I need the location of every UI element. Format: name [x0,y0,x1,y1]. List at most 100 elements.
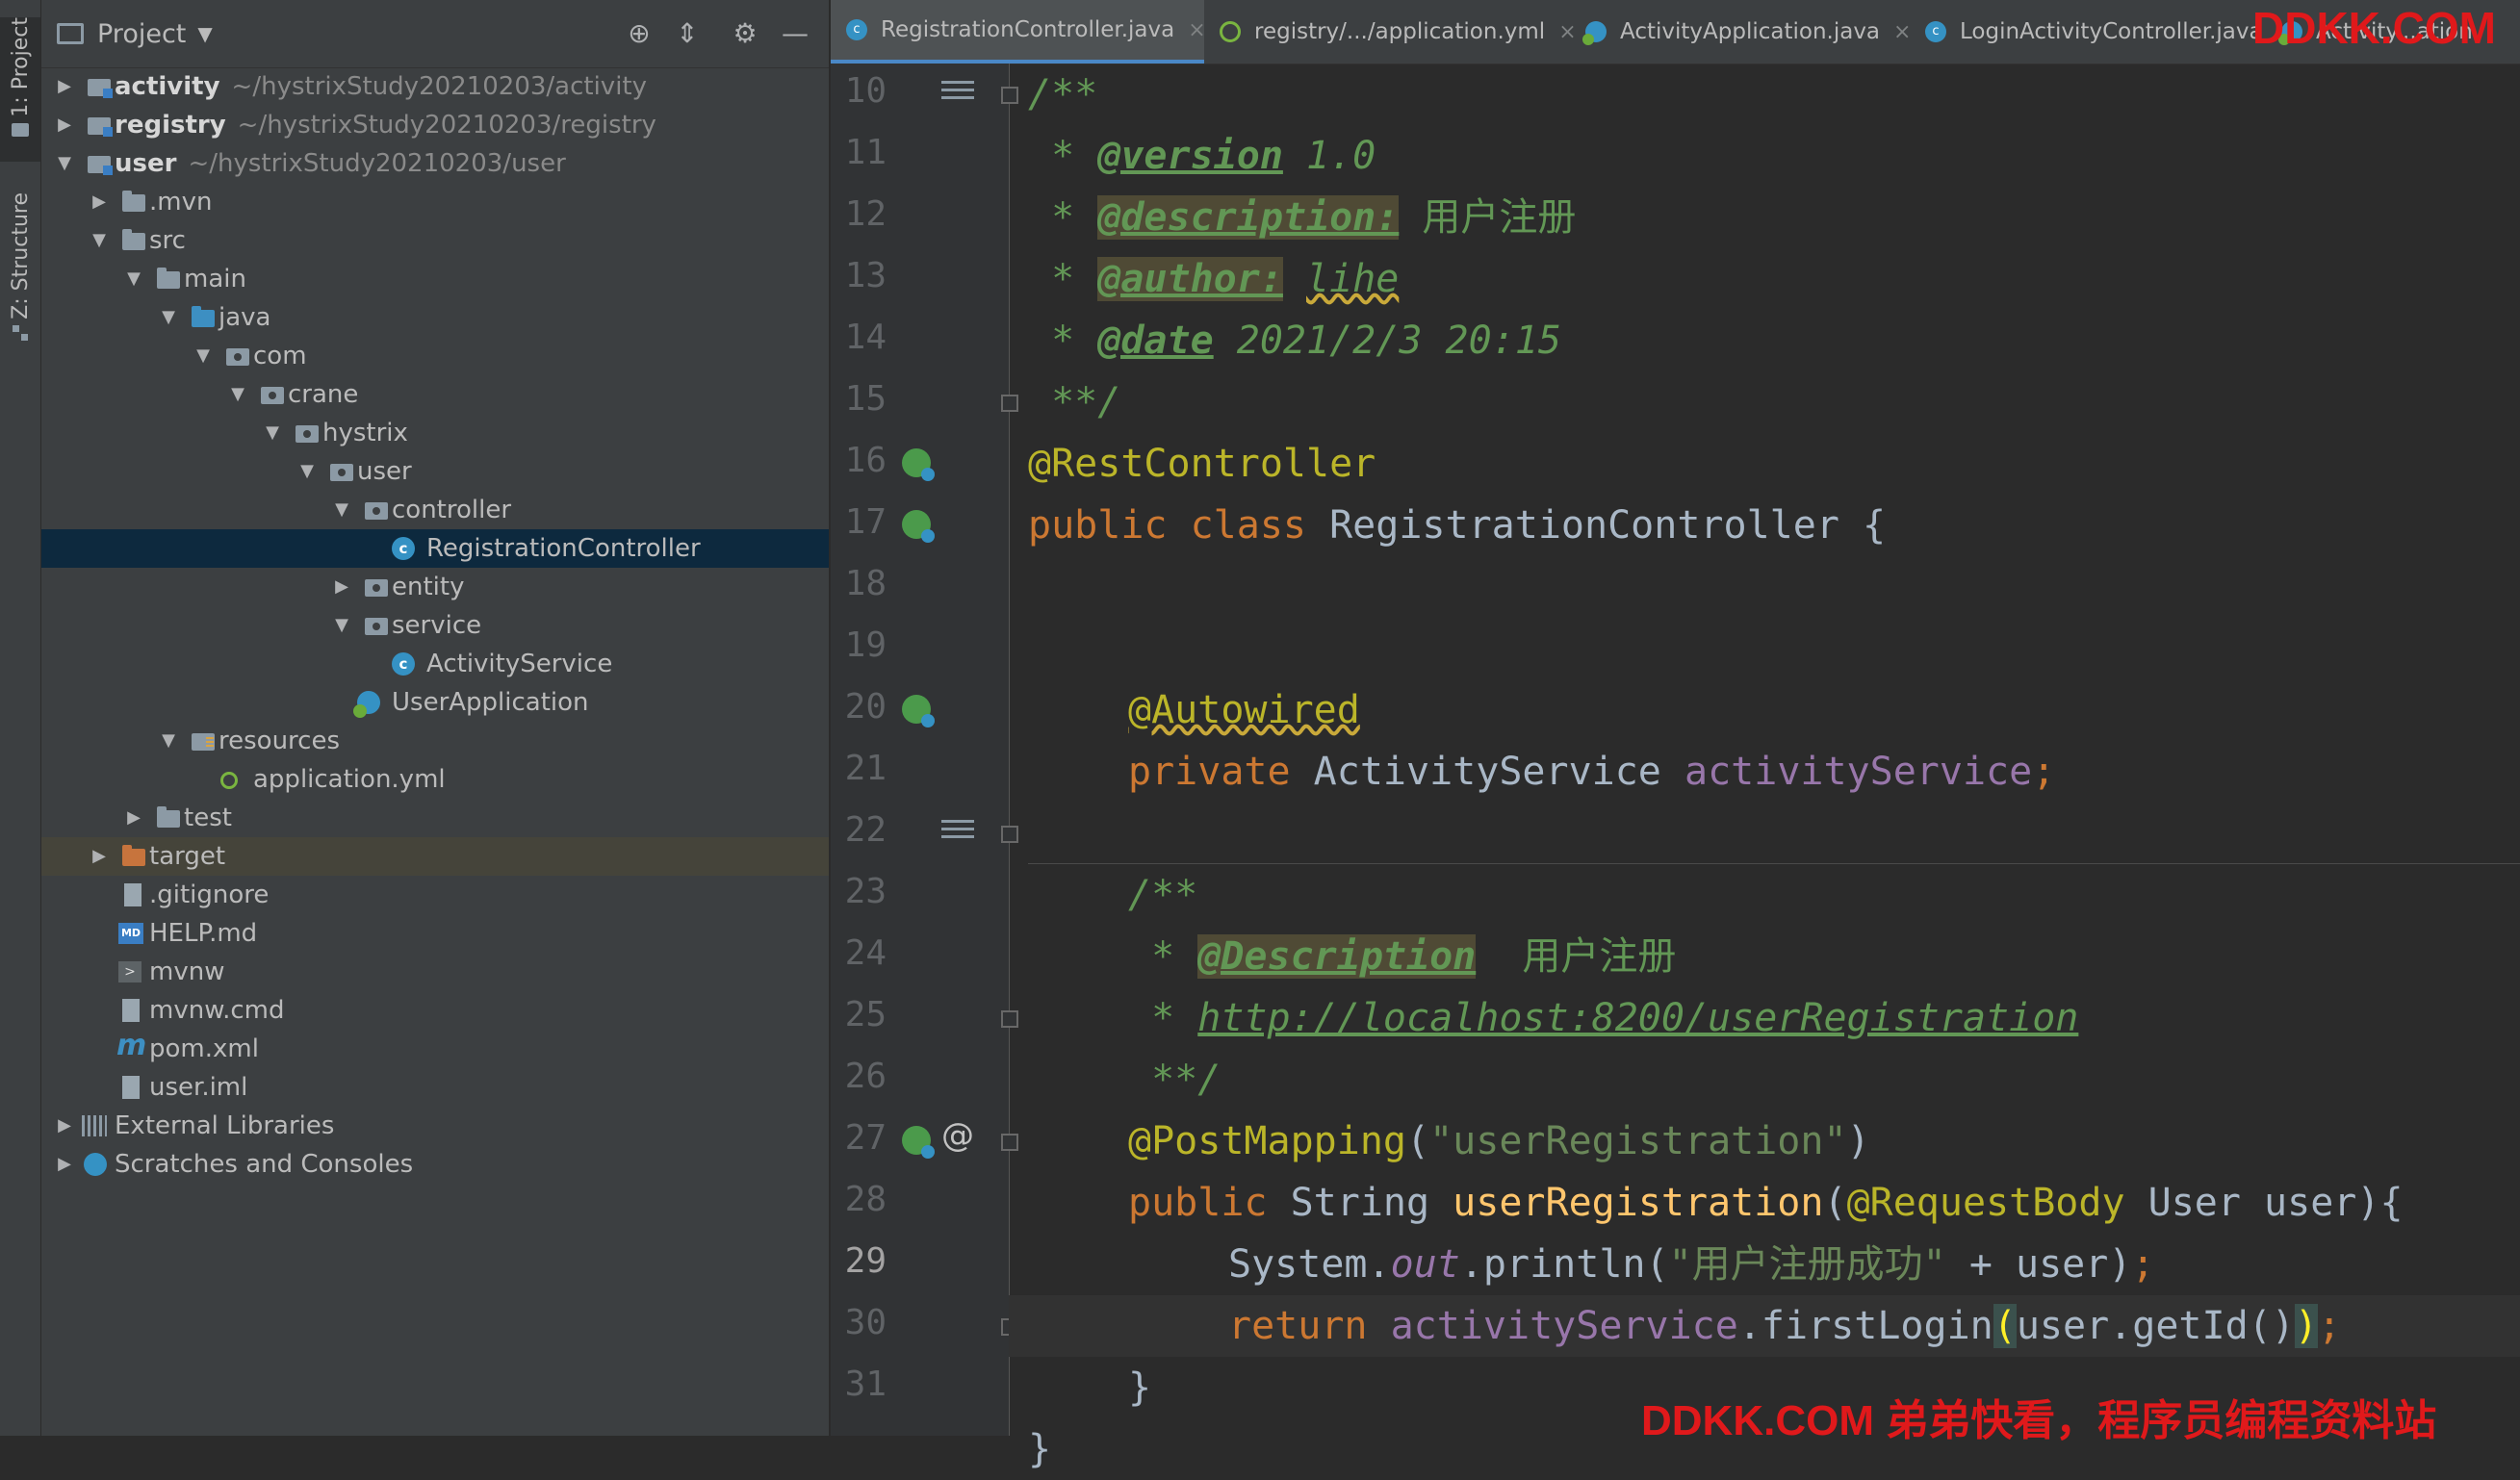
tree-node-service[interactable]: ▼ service [41,606,829,645]
tree-node-com[interactable]: ▼ com [41,337,829,375]
code-area[interactable]: /** * @version 1.0 * @description: 用户注册 … [1009,64,2520,1471]
tree-node-activity-service[interactable]: ActivityService [41,645,829,683]
keyword: return [1228,1304,1368,1348]
chevron-down-icon[interactable]: ▼ [332,606,351,645]
rendered-doc-icon[interactable] [941,79,974,106]
tree-node-user[interactable]: ▼ user ~/hystrixStudy20210203/user [41,144,829,183]
doc-tag: @Description [1197,934,1477,979]
chevron-right-icon[interactable]: ▶ [124,799,143,837]
tab-registration-controller[interactable]: RegistrationController.java × [831,0,1206,64]
doc-comment: 2021/2/3 20:15 [1213,319,1561,363]
chevron-down-icon[interactable]: ▼ [159,298,178,337]
chevron-right-icon[interactable]: ▶ [332,568,351,606]
tree-node-activity[interactable]: ▶ activity ~/hystrixStudy20210203/activit… [41,67,829,106]
tree-node-controller[interactable]: ▼ controller [41,491,829,529]
tab-activity-application[interactable]: ActivityApplication.java × [1570,0,1911,64]
spring-endpoint-icon[interactable] [902,1126,935,1159]
request-mapping-icon[interactable]: @ [941,1116,974,1155]
chevron-down-icon[interactable]: ▼ [124,260,143,298]
spring-bean-icon[interactable] [902,510,935,543]
chevron-down-icon[interactable]: ▼ [228,375,247,414]
hide-panel-icon[interactable]: — [779,17,811,50]
tool-tab-project[interactable]: 1: Project [0,17,40,162]
tree-node-label: .mvn [149,188,213,217]
doc-comment: * [1028,134,1098,178]
close-icon[interactable]: × [1893,20,1911,44]
tree-node-src[interactable]: ▼ src [41,221,829,260]
chevron-down-icon[interactable]: ▼ [263,414,282,452]
chevron-down-icon[interactable]: ▼ [159,722,178,760]
field-name: activityService [1390,1304,1738,1348]
fold-icon[interactable] [1001,826,1018,843]
rendered-doc-icon[interactable] [941,818,974,845]
tree-node-external-libraries[interactable]: ▶ External Libraries [41,1107,829,1145]
tree-node-registration-controller[interactable]: RegistrationController [41,529,829,568]
package-icon [261,387,284,404]
tree-node-mvnw-cmd[interactable]: mvnw.cmd [41,991,829,1030]
chevron-right-icon[interactable]: ▶ [55,106,74,144]
line-number-current: 29 [844,1241,887,1281]
gear-icon[interactable]: ⚙ [729,17,761,50]
fold-icon[interactable] [1001,1010,1018,1028]
tree-node-pom-xml[interactable]: pom.xml [41,1030,829,1068]
project-view-selector[interactable]: Project [97,19,186,49]
tree-node-gitignore[interactable]: .gitignore [41,876,829,914]
code-line: private ActivityService activityService; [1128,741,2055,803]
chevron-down-icon[interactable]: ▼ [90,221,109,260]
tree-node-user-package[interactable]: ▼ user [41,452,829,491]
tree-node-target[interactable]: ▶ target [41,837,829,876]
tab-label: LoginActivityController.java [1960,19,2263,44]
tree-node-label: pom.xml [149,1034,259,1063]
code-text: System. [1228,1242,1391,1287]
tree-node-registry[interactable]: ▶ registry ~/hystrixStudy20210203/registr… [41,106,829,144]
tree-node-test[interactable]: ▶ test [41,799,829,837]
autowired-navigate-icon[interactable] [902,695,935,727]
code-line: @PostMapping("userRegistration") [1128,1110,1870,1172]
fold-icon[interactable] [1001,1134,1018,1151]
tree-node-entity[interactable]: ▶ entity [41,568,829,606]
close-icon[interactable]: × [1188,18,1205,42]
collapse-all-icon[interactable]: ⇕ [671,17,704,50]
locate-file-icon[interactable]: ⊕ [623,17,656,50]
doc-link[interactable]: http://localhost:8200/userRegistration [1197,996,2078,1040]
fold-icon[interactable] [1001,87,1018,104]
tree-node-help-md[interactable]: HELP.md [41,914,829,953]
tool-tab-structure[interactable]: Z: Structure [0,192,40,356]
chevron-right-icon[interactable]: ▶ [55,1107,74,1145]
tree-node-user-iml[interactable]: user.iml [41,1068,829,1107]
chevron-down-icon[interactable]: ▼ [55,144,74,183]
tree-node-mvnw[interactable]: mvnw [41,953,829,991]
class-icon [392,537,415,560]
spring-bean-icon[interactable] [902,448,935,481]
chevron-down-icon[interactable]: ▼ [332,491,351,529]
tree-node-hystrix[interactable]: ▼ hystrix [41,414,829,452]
line-number: 28 [844,1180,887,1219]
tree-node-java[interactable]: ▼ java [41,298,829,337]
tree-node-label: mvnw.cmd [149,996,285,1025]
line-number: 23 [844,872,887,911]
tree-node-application-yml[interactable]: application.yml [41,760,829,799]
tab-login-activity-controller[interactable]: LoginActivityController.java [1910,0,2266,64]
chevron-down-icon[interactable]: ▼ [197,22,212,45]
code-line: * @Description 用户注册 [1128,926,1676,987]
chevron-right-icon[interactable]: ▶ [90,183,109,221]
tree-node-crane[interactable]: ▼ crane [41,375,829,414]
chevron-right-icon[interactable]: ▶ [55,67,74,106]
tab-label: registry/.../application.yml [1254,19,1546,44]
tab-registry-application-yml[interactable]: registry/.../application.yml × [1204,0,1577,64]
chevron-right-icon[interactable]: ▶ [90,837,109,876]
fold-icon[interactable] [1001,395,1018,412]
tree-node-resources[interactable]: ▼ resources [41,722,829,760]
code-text: ; [2131,1242,2155,1287]
tree-node-scratches[interactable]: ▶ Scratches and Consoles [41,1145,829,1184]
chevron-down-icon[interactable]: ▼ [193,337,213,375]
tree-node-main[interactable]: ▼ main [41,260,829,298]
package-icon [365,502,388,520]
tree-node-user-application[interactable]: UserApplication [41,683,829,722]
chevron-right-icon[interactable]: ▶ [55,1145,74,1184]
code-line-current: return activityService.firstLogin(user.g… [1009,1295,2520,1357]
folder-icon [157,268,180,289]
chevron-down-icon[interactable]: ▼ [297,452,317,491]
tree-node-mvn[interactable]: ▶ .mvn [41,183,829,221]
line-number: 16 [844,441,887,480]
